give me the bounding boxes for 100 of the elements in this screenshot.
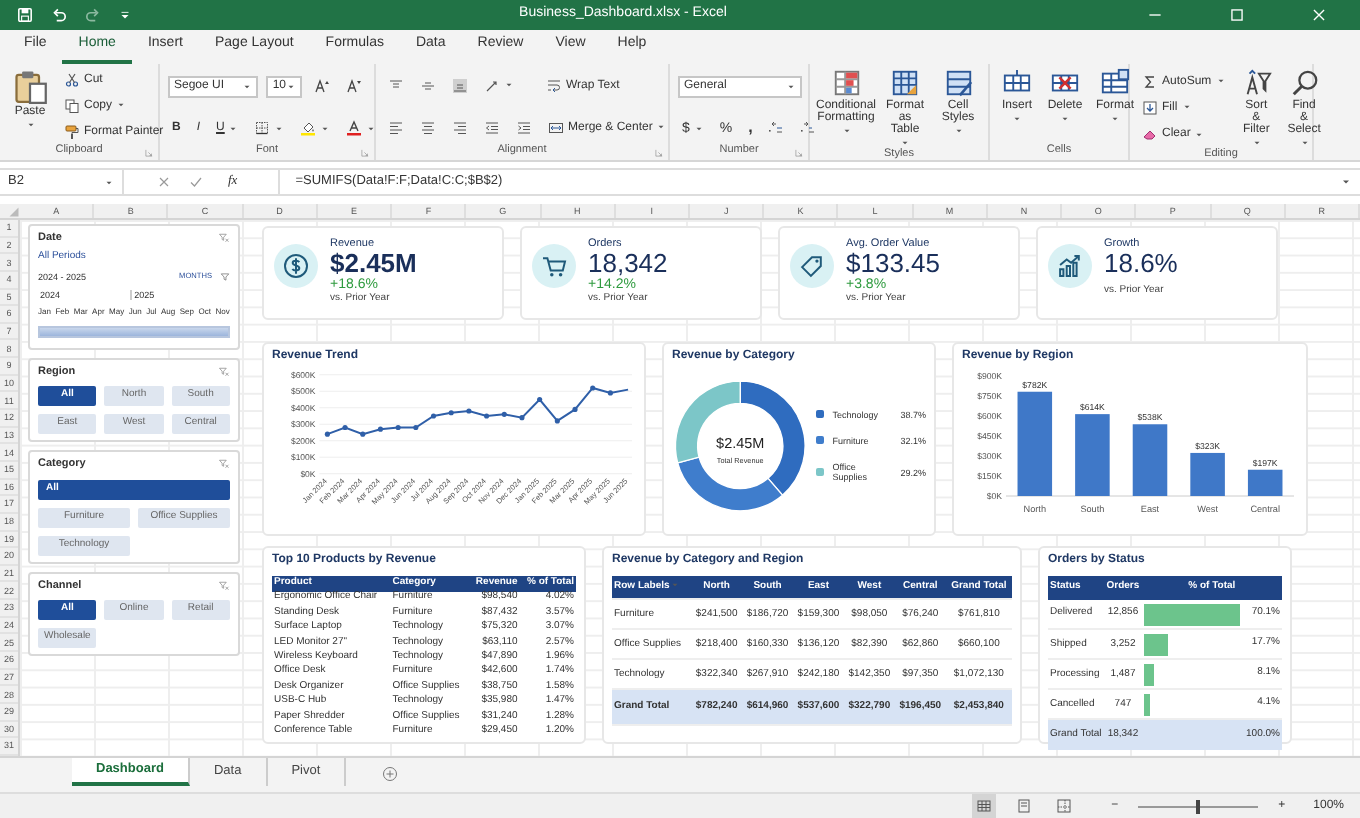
grow-font-icon xyxy=(314,78,330,95)
caret-icon xyxy=(286,81,296,92)
dialog-launcher-icon xyxy=(794,148,804,158)
caret-icon xyxy=(104,177,114,187)
data-point xyxy=(519,414,525,421)
bar xyxy=(1132,424,1168,496)
increase-indent-button[interactable] xyxy=(512,119,536,135)
data-point xyxy=(342,424,348,430)
plus-icon xyxy=(382,766,399,782)
cancel-icon xyxy=(156,174,172,190)
bar xyxy=(1190,452,1225,496)
increase-indent-icon xyxy=(516,119,532,135)
align-left-icon xyxy=(388,119,404,135)
caret-icon xyxy=(900,138,910,148)
data-point xyxy=(501,411,507,417)
clear-filter-icon xyxy=(218,579,230,592)
data-point xyxy=(554,418,560,424)
filter-dropdown-icon xyxy=(669,580,680,591)
caret-icon xyxy=(693,123,704,134)
orientation-icon xyxy=(484,77,500,93)
data-point xyxy=(607,390,613,396)
cart-icon xyxy=(532,244,576,288)
pagebreak-view-icon xyxy=(1055,798,1072,814)
caret-icon xyxy=(320,123,331,134)
comma-button[interactable]: , xyxy=(744,120,757,137)
caret-icon xyxy=(1215,76,1226,87)
sum-icon xyxy=(1142,73,1158,90)
dialog-launcher-icon xyxy=(654,148,664,158)
search-icon xyxy=(1289,68,1320,98)
maximize-icon xyxy=(1228,6,1246,24)
align-top-icon xyxy=(388,77,404,93)
bar xyxy=(1017,391,1053,496)
caret-icon xyxy=(1110,114,1121,124)
align-center-button[interactable] xyxy=(416,119,440,135)
kpi-value: 18,342 xyxy=(588,250,668,278)
data-point xyxy=(448,410,454,416)
increase-decimal-icon xyxy=(768,120,785,137)
save-icon xyxy=(16,6,34,24)
caret-icon xyxy=(366,123,377,134)
dollar-icon xyxy=(274,244,318,288)
kpi-value: $2.45M xyxy=(330,250,417,278)
scissors-icon xyxy=(64,72,80,89)
caret-icon xyxy=(228,123,239,134)
clear-filter-icon xyxy=(218,366,230,379)
shrink-font-button[interactable] xyxy=(342,78,366,95)
caret-icon xyxy=(1194,129,1205,140)
data-point xyxy=(360,431,366,437)
align-left-button[interactable] xyxy=(384,119,408,135)
add-sheet-button[interactable] xyxy=(378,766,403,782)
wrap-text-icon xyxy=(546,77,562,93)
font-color-icon xyxy=(346,120,363,137)
caret-icon xyxy=(1299,138,1310,148)
dialog-launcher-icon xyxy=(360,148,370,158)
clear-filter-icon xyxy=(218,232,230,245)
eraser-icon xyxy=(1142,126,1158,143)
data-point xyxy=(324,431,330,437)
clear-filter-icon xyxy=(218,458,230,471)
caret-icon xyxy=(25,120,35,130)
data-point xyxy=(395,424,401,430)
align-bottom-icon xyxy=(452,77,468,93)
grow-font-button[interactable] xyxy=(310,78,334,95)
decrease-indent-button[interactable] xyxy=(480,119,504,135)
caret-icon xyxy=(116,100,127,111)
kpi-value: 18.6% xyxy=(1104,250,1178,278)
align-center-icon xyxy=(420,119,436,135)
data-point xyxy=(466,408,472,414)
caret-icon xyxy=(1060,114,1071,124)
undo-icon xyxy=(50,6,68,24)
expand-caret-icon xyxy=(1340,176,1352,188)
data-point xyxy=(430,413,437,419)
enter-icon xyxy=(188,174,204,190)
filter-icon xyxy=(220,272,230,283)
align-right-button[interactable] xyxy=(448,119,472,135)
decrease-decimal-icon xyxy=(800,120,817,137)
view-button[interactable] xyxy=(971,794,996,818)
data-point xyxy=(537,396,543,402)
decrease-indent-icon xyxy=(484,119,500,135)
caret-icon xyxy=(841,126,851,136)
growth-chart-icon xyxy=(1048,244,1092,288)
fill-color-icon xyxy=(300,120,317,137)
caret-icon xyxy=(1251,138,1262,148)
brush-icon xyxy=(64,123,80,140)
table-icon xyxy=(890,68,920,98)
align-bottom-button[interactable] xyxy=(448,77,472,93)
sort-filter-icon xyxy=(1241,68,1272,98)
customize-icon xyxy=(118,8,132,22)
caret-icon xyxy=(953,126,963,136)
caret-icon xyxy=(1012,114,1022,124)
caret-icon xyxy=(1181,102,1192,113)
bar xyxy=(1247,469,1283,496)
data-point xyxy=(572,406,578,412)
merge-icon xyxy=(548,119,564,135)
normal-view-icon xyxy=(975,798,992,814)
bar xyxy=(1075,414,1110,496)
align-right-icon xyxy=(452,119,468,135)
data-point xyxy=(377,426,384,432)
data-point xyxy=(413,424,419,430)
caret-icon xyxy=(786,81,796,92)
tag-icon xyxy=(790,244,834,288)
caret-icon xyxy=(274,123,285,134)
